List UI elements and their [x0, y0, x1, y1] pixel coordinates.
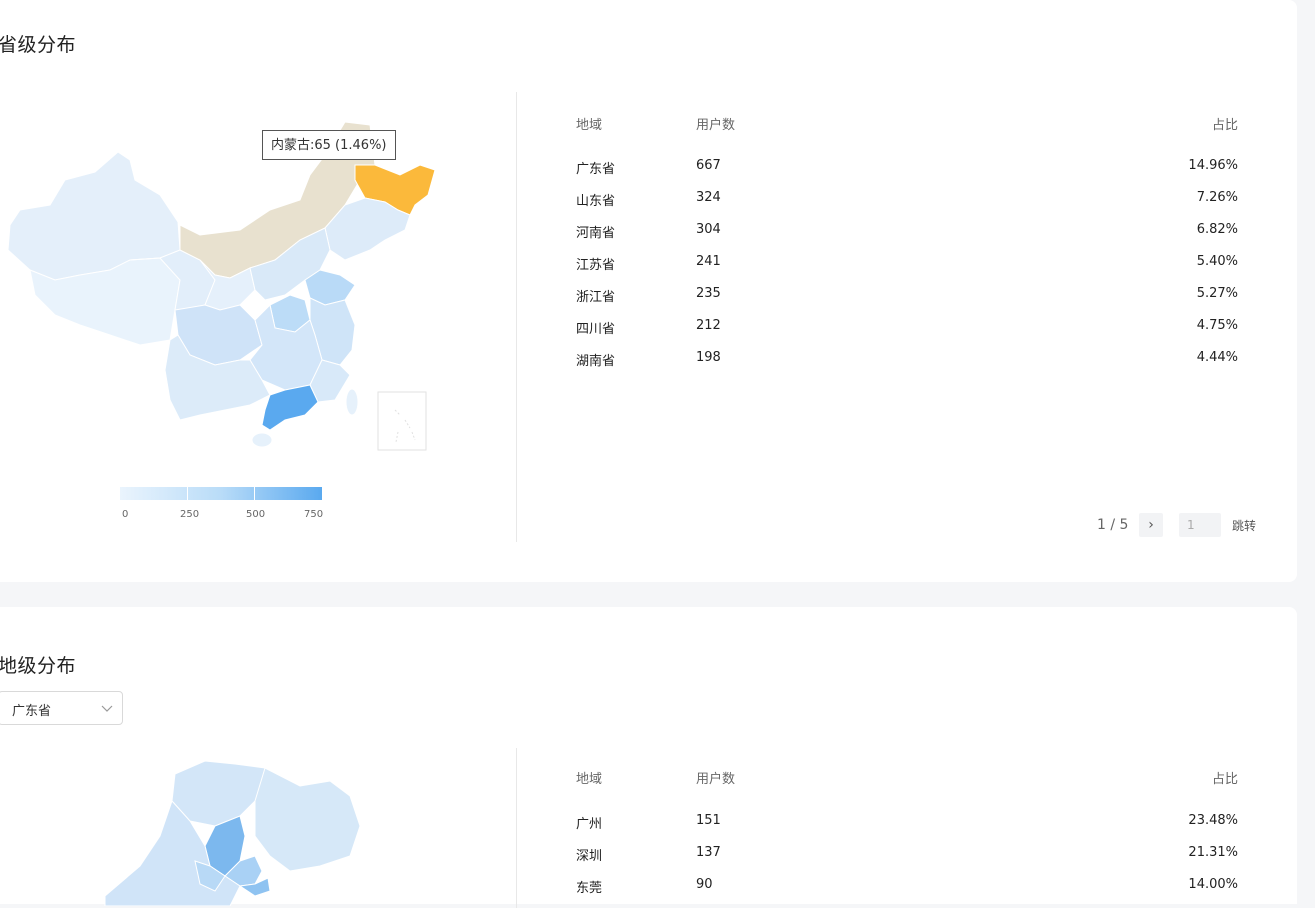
cell-ratio: 6.82%	[1196, 222, 1238, 237]
cell-region: 浙江省	[576, 290, 616, 305]
table-row: 山东省 324 7.26%	[576, 190, 1238, 214]
cell-users: 235	[696, 286, 721, 301]
cell-ratio: 7.26%	[1196, 190, 1238, 205]
section-divider	[516, 748, 517, 908]
table-row: 浙江省 235 5.27%	[576, 286, 1238, 310]
cell-region: 河南省	[576, 226, 616, 241]
cell-region: 山东省	[576, 194, 616, 209]
table-header: 地域 用户数 占比	[576, 768, 1238, 788]
map-region-hainan	[251, 432, 273, 448]
header-ratio: 占比	[1211, 118, 1238, 133]
pager-total: 5	[1119, 517, 1129, 533]
cell-region: 湖南省	[576, 354, 616, 369]
cell-ratio: 5.27%	[1196, 286, 1238, 301]
cell-region: 深圳	[576, 849, 603, 864]
cell-users: 241	[696, 254, 721, 269]
table-row: 河南省 304 6.82%	[576, 222, 1238, 246]
cell-users: 212	[696, 318, 721, 333]
table-row: 四川省 212 4.75%	[576, 318, 1238, 342]
cell-ratio: 14.96%	[1188, 158, 1238, 173]
map-region-guangdong	[261, 384, 319, 431]
table-row: 深圳 137 21.31%	[576, 845, 1238, 869]
table-row: 广东省 667 14.96%	[576, 158, 1238, 182]
cell-ratio: 5.40%	[1196, 254, 1238, 269]
city-section-title: 地级分布	[0, 655, 77, 677]
cell-region: 广东省	[576, 162, 616, 177]
cell-users: 151	[696, 813, 721, 828]
cell-region: 四川省	[576, 322, 616, 337]
table-row: 湖南省 198 4.44%	[576, 350, 1238, 374]
chevron-down-icon	[101, 705, 113, 712]
pager-status: 1 / 5	[1097, 517, 1128, 533]
header-region: 地域	[576, 118, 603, 133]
pager-current: 1	[1097, 517, 1106, 533]
pager-separator: /	[1110, 517, 1116, 533]
table-row: 东莞 90 14.00%	[576, 877, 1238, 901]
map-legend-gradient[interactable]	[120, 487, 322, 500]
guangdong-city-map[interactable]	[0, 756, 420, 906]
header-users: 用户数	[696, 772, 736, 787]
table-row: 广州 151 23.48%	[576, 813, 1238, 837]
cell-users: 304	[696, 222, 721, 237]
cell-region: 广州	[576, 817, 603, 832]
header-users: 用户数	[696, 118, 736, 133]
cell-region: 江苏省	[576, 258, 616, 273]
pager-page-input[interactable]	[1179, 513, 1221, 537]
cell-users: 198	[696, 350, 721, 365]
legend-label: 750	[304, 509, 324, 520]
cell-ratio: 21.31%	[1188, 845, 1238, 860]
table-row: 江苏省 241 5.40%	[576, 254, 1238, 278]
province-select[interactable]: 广东省	[0, 691, 123, 725]
china-province-map[interactable]	[0, 110, 520, 460]
map-region-taiwan	[345, 388, 359, 416]
cell-users: 90	[696, 877, 713, 892]
map-tooltip: 内蒙古:65 (1.46%)	[262, 130, 396, 160]
province-select-value: 广东省	[12, 704, 52, 719]
province-section-title: 省级分布	[0, 34, 77, 56]
cell-users: 324	[696, 190, 721, 205]
header-ratio: 占比	[1211, 772, 1238, 787]
table-header: 地域 用户数 占比	[576, 114, 1238, 134]
pager-jump-button[interactable]: 跳转	[1232, 517, 1256, 534]
pager-next-button[interactable]: ›	[1139, 513, 1163, 537]
cell-ratio: 4.75%	[1196, 318, 1238, 333]
cell-ratio: 23.48%	[1188, 813, 1238, 828]
chevron-right-icon: ›	[1148, 517, 1154, 533]
map-region-east	[254, 767, 361, 872]
legend-label: 500	[246, 509, 266, 520]
legend-label: 0	[122, 509, 129, 520]
header-region: 地域	[576, 772, 603, 787]
cell-ratio: 4.44%	[1196, 350, 1238, 365]
cell-users: 667	[696, 158, 721, 173]
map-south-sea-inset	[377, 391, 427, 451]
cell-users: 137	[696, 845, 721, 860]
cell-ratio: 14.00%	[1188, 877, 1238, 892]
cell-region: 东莞	[576, 881, 603, 896]
legend-label: 250	[180, 509, 200, 520]
